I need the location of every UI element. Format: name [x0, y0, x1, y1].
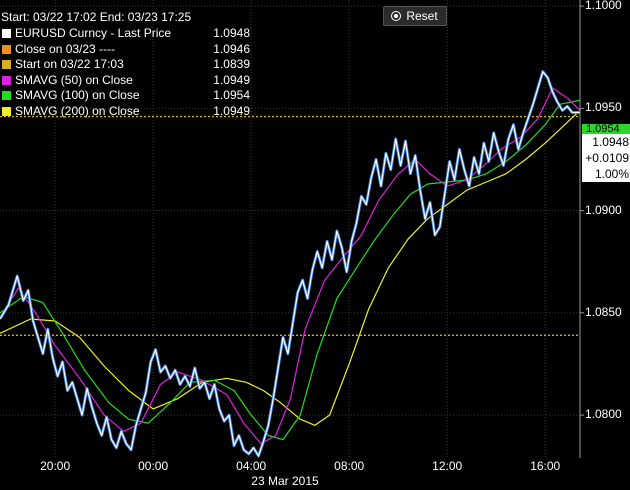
x-axis-date-label: 23 Mar 2015: [251, 474, 319, 488]
x-tick-label: 04:00: [236, 459, 267, 473]
y-tick-label: 1.0950: [585, 100, 622, 115]
x-tick-label: 12:00: [432, 459, 463, 473]
legend-swatch: [2, 106, 11, 116]
x-tick-label: 20:00: [40, 459, 71, 473]
y-tick-label: 1.0850: [585, 304, 622, 319]
legend-label: Start on 03/22 17:03: [15, 57, 124, 71]
legend-label: SMAVG (100) on Close: [15, 88, 140, 102]
last-price-value: 1.0948: [592, 135, 629, 149]
y-tick-label: 1.1000: [585, 0, 622, 13]
legend-value: 1.0839: [213, 57, 250, 71]
legend-value: 1.0949: [213, 103, 250, 118]
legend-label: EURUSD Curncy - Last Price: [15, 26, 172, 40]
series-lines: [0, 70, 581, 458]
legend-value: 1.0948: [213, 26, 250, 40]
reset-label: Reset: [406, 9, 438, 23]
legend-label: SMAVG (200) on Close: [15, 103, 140, 118]
legend-swatch: [2, 44, 11, 54]
legend-swatch: [2, 75, 11, 85]
legend-value: 1.0954: [213, 88, 250, 102]
radio-icon: [392, 12, 401, 20]
last-price-tag: 1.0948 +0.0109 1.00%: [582, 134, 630, 182]
reference-lines: [0, 115, 580, 336]
x-tick-label: 00:00: [138, 459, 169, 473]
legend-swatch: [2, 60, 11, 70]
legend-value: 1.0946: [213, 41, 250, 56]
y-tick-label: 1.0900: [585, 202, 622, 217]
price-change: +0.0109: [585, 151, 629, 165]
legend-item: SMAVG (200) on Close 1.0949: [2, 104, 252, 120]
legend-value: 1.0949: [213, 72, 250, 87]
date-range: Start: 03/22 17:02 End: 03/23 17:25: [1, 10, 192, 24]
legend-item: SMAVG (50) on Close 1.0949: [2, 73, 252, 89]
legend-item: SMAVG (100) on Close 1.0954: [2, 88, 252, 104]
legend-item: Close on 03/23 ---- 1.0946: [2, 42, 252, 58]
legend: EURUSD Curncy - Last Price 1.0948 Close on…: [2, 26, 252, 119]
legend-swatch: [2, 91, 11, 101]
legend-item: EURUSD Curncy - Last Price 1.0948: [2, 26, 252, 42]
x-tick-label: 08:00: [334, 459, 365, 473]
reset-button[interactable]: Reset: [383, 6, 447, 26]
legend-label: SMAVG (50) on Close: [15, 72, 133, 87]
legend-label: Close on 03/23 ----: [15, 41, 116, 56]
legend-item: Start on 03/22 17:03 1.0839: [2, 57, 252, 73]
legend-swatch: [2, 29, 11, 39]
x-tick-label: 16:00: [530, 459, 561, 473]
price-change-pct: 1.00%: [594, 167, 629, 181]
y-tick-label: 1.0800: [585, 407, 622, 422]
